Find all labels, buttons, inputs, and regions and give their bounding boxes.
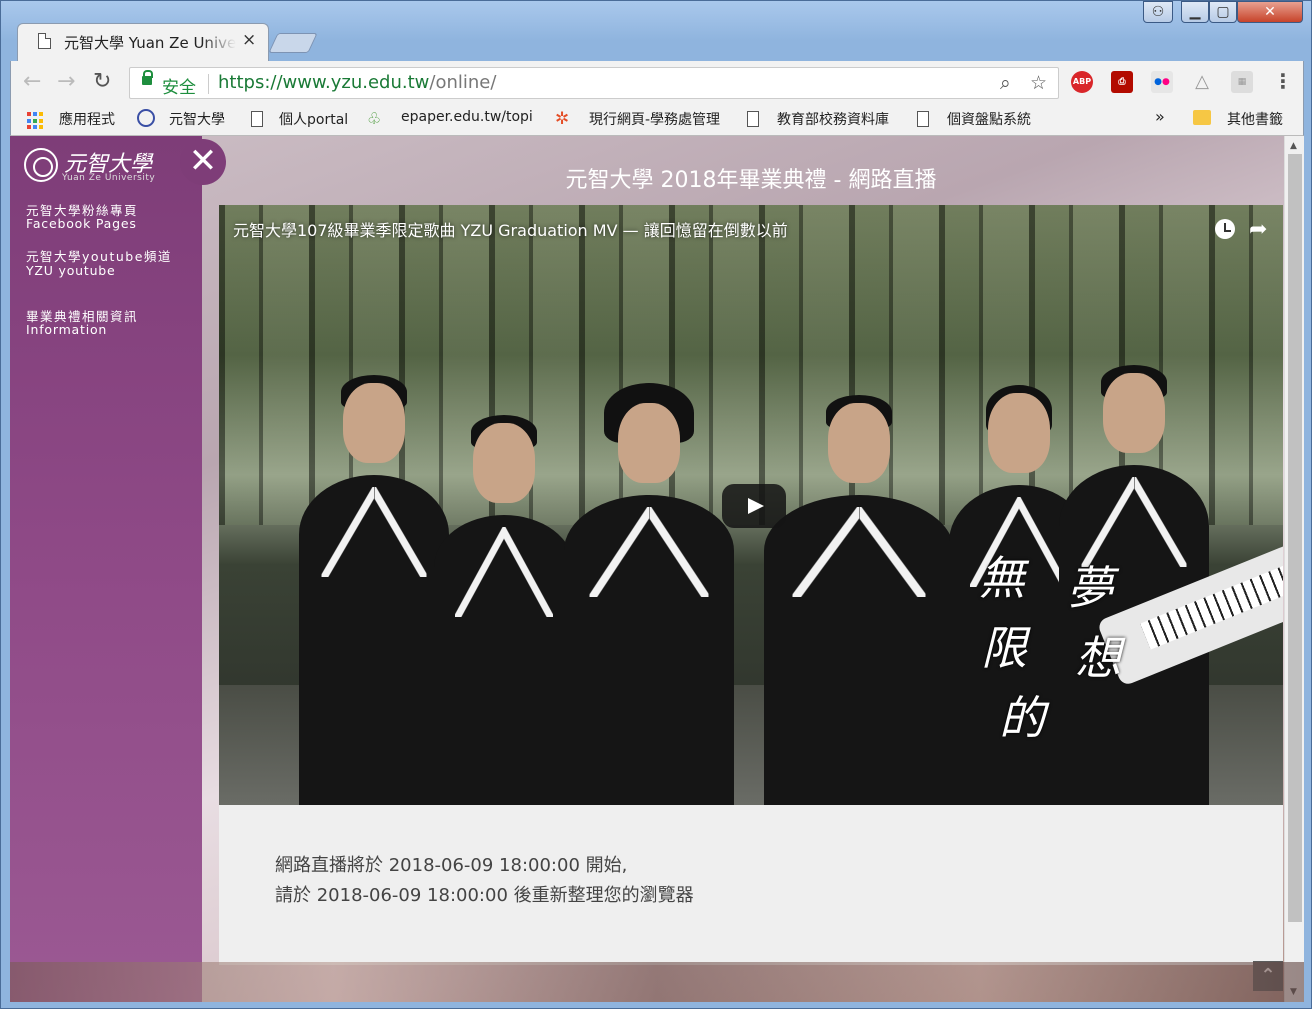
divider	[208, 74, 209, 94]
apps-icon	[27, 112, 43, 130]
stream-notice: 網路直播將於 2018-06-09 18:00:00 開始, 請於 2018-0…	[275, 851, 694, 911]
bookmark-portal[interactable]: 個人portal	[279, 109, 348, 129]
bookmark-yzu[interactable]: 元智大學	[169, 109, 225, 129]
scroll-up-arrow[interactable]: ▲	[1290, 141, 1297, 151]
sidebar: 元智大學 Yuan Ze University 元智大學粉絲專頁 Faceboo…	[10, 136, 202, 1002]
scrollbar[interactable]: ▲ ▼	[1284, 136, 1304, 1002]
browser-toolbar: ← → ↻ 安全 https://www.yzu.edu.tw/online/ …	[10, 61, 1304, 103]
play-button[interactable]	[722, 484, 786, 528]
joomla-icon: ✲	[555, 109, 570, 129]
page-icon	[38, 33, 51, 49]
url-text[interactable]: https://www.yzu.edu.tw/online/	[218, 72, 496, 93]
page-icon	[747, 111, 759, 127]
scroll-to-top-button[interactable]: ⌃	[1253, 961, 1283, 991]
folder-icon	[1193, 110, 1211, 125]
page-icon	[251, 111, 263, 127]
url-host: https://www.yzu.edu.tw	[218, 72, 430, 93]
bookmark-epaper[interactable]: epaper.edu.tw/topi	[401, 109, 533, 125]
sidebar-item-youtube[interactable]: 元智大學youtube頻道 YZU youtube	[26, 250, 186, 277]
sidebar-item-sublabel: Facebook Pages	[26, 216, 137, 231]
seal-icon	[24, 148, 58, 182]
notice-line: 網路直播將於 2018-06-09 18:00:00 開始,	[275, 855, 628, 876]
qr-icon[interactable]: ▦	[1231, 71, 1253, 93]
video-person	[434, 415, 574, 805]
scroll-thumb[interactable]	[1288, 154, 1302, 922]
zoom-icon[interactable]: ⌕	[1000, 72, 1011, 94]
bookmark-overflow[interactable]: »	[1155, 107, 1165, 126]
page-viewport: 元智大學 Yuan Ze University 元智大學粉絲專頁 Faceboo…	[10, 136, 1304, 1002]
bookmark-current-site[interactable]: 現行網頁-學務處管理	[589, 109, 727, 129]
lock-icon	[142, 70, 153, 85]
close-window-button[interactable]: ✕	[1237, 1, 1303, 23]
yzu-logo[interactable]: 元智大學 Yuan Ze University	[24, 146, 174, 186]
video-title[interactable]: 元智大學107級畢業季限定歌曲 YZU Graduation MV — 讓回憶留…	[233, 217, 788, 241]
yzu-icon	[137, 109, 155, 127]
logo-subtitle: Yuan Ze University	[62, 173, 156, 183]
adblock-icon[interactable]: ABP	[1071, 71, 1093, 93]
address-bar[interactable]: 安全 https://www.yzu.edu.tw/online/ ⌕ ☆	[129, 67, 1059, 99]
tab-active[interactable]: 元智大學 Yuan Ze University ×	[17, 23, 269, 61]
page-title: 元智大學 2018年畢業典禮 - 網路直播	[565, 168, 937, 193]
video-person	[564, 383, 734, 805]
bookmark-apps[interactable]: 應用程式	[59, 109, 115, 129]
bookmark-privacy[interactable]: 個資盤點系統	[947, 109, 1031, 129]
bookmark-star-icon[interactable]: ☆	[1030, 72, 1047, 94]
new-tab-button[interactable]	[268, 33, 318, 53]
flickr-icon[interactable]: ●●	[1151, 71, 1173, 93]
back-button[interactable]: ←	[23, 69, 41, 94]
user-icon[interactable]: ⚇	[1143, 1, 1173, 23]
sidebar-item-label: 元智大學youtube頻道	[26, 249, 172, 264]
video-person	[299, 375, 449, 805]
sidebar-item-sublabel: Information	[26, 322, 108, 337]
overlay-text: 無	[979, 551, 1025, 605]
bookmarks-bar: 應用程式 元智大學 個人portal ♧ epaper.edu.tw/topi …	[10, 103, 1304, 136]
reload-button[interactable]: ↻	[93, 69, 111, 94]
minimize-button[interactable]: ▁	[1181, 1, 1209, 23]
video-person	[764, 395, 954, 805]
scroll-down-arrow[interactable]: ▼	[1290, 987, 1297, 997]
bookmark-moe[interactable]: 教育部校務資料庫	[777, 109, 889, 129]
content-panel: 無 夢 限 想 的 元智大學107級畢業季限定歌曲 YZU Graduation…	[219, 205, 1283, 965]
browser-window: 元智大學 Yuan Ze University × ⚇ ▁ ▢ ✕ ← → ↻ …	[0, 0, 1312, 1009]
video-player[interactable]: 無 夢 限 想 的 元智大學107級畢業季限定歌曲 YZU Graduation…	[219, 205, 1283, 805]
watch-later-icon[interactable]	[1215, 219, 1235, 239]
overlay-text: 的	[999, 691, 1045, 745]
notice-line: 請於 2018-06-09 18:00:00 後重新整理您的瀏覽器	[275, 885, 694, 906]
tab-close-button[interactable]: ×	[242, 30, 256, 50]
drive-icon[interactable]: △	[1191, 71, 1213, 93]
bookmark-other[interactable]: 其他書籤	[1227, 109, 1283, 129]
sidebar-item-information[interactable]: 畢業典禮相關資訊 Information	[26, 310, 186, 336]
sidebar-item-facebook[interactable]: 元智大學粉絲專頁 Facebook Pages	[26, 204, 186, 230]
page-icon	[917, 111, 929, 127]
menu-icon[interactable]: ⋮	[1273, 69, 1293, 93]
epaper-icon: ♧	[367, 109, 382, 128]
maximize-button[interactable]: ▢	[1209, 1, 1237, 23]
overlay-text: 限	[981, 621, 1027, 675]
title-bar: 元智大學 Yuan Ze University × ⚇ ▁ ▢ ✕	[1, 1, 1311, 61]
overlay-text: 夢	[1067, 561, 1113, 615]
tab-title: 元智大學 Yuan Ze University	[64, 34, 236, 52]
secure-label: 安全	[162, 78, 196, 98]
overlay-text: 想	[1075, 631, 1121, 685]
pdf-icon[interactable]: ⎙	[1111, 71, 1133, 93]
forward-button[interactable]: →	[57, 69, 75, 94]
sidebar-item-sublabel: YZU youtube	[26, 263, 116, 278]
url-path: /online/	[429, 72, 497, 93]
share-icon[interactable]: ➦	[1249, 217, 1267, 242]
